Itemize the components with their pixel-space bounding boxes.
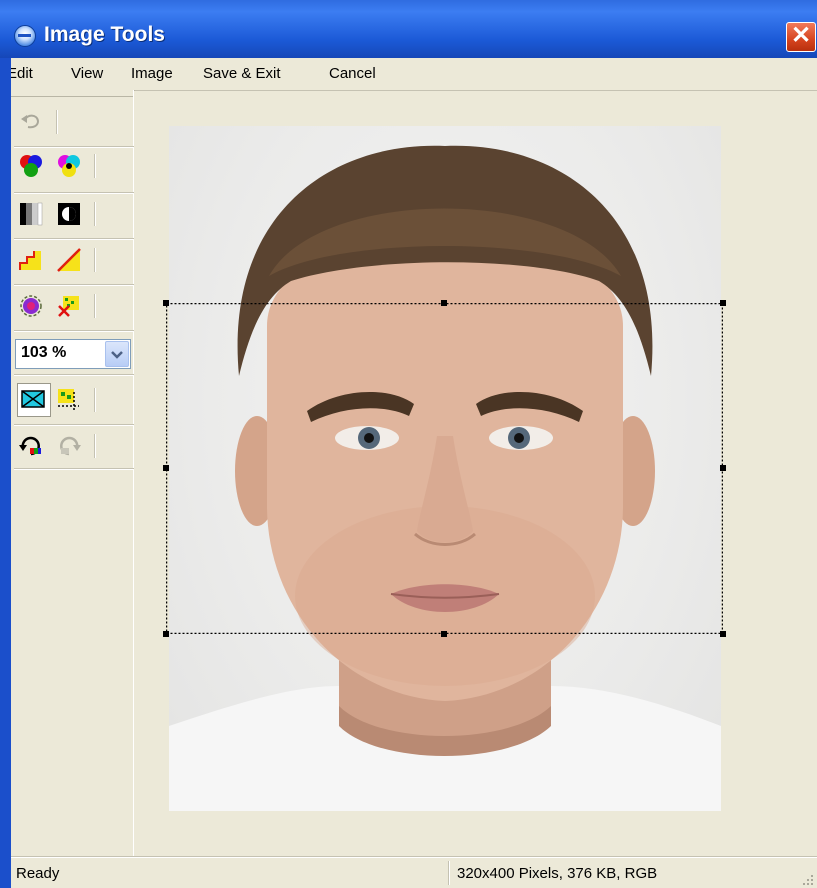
- toolbar-separator: [94, 248, 96, 272]
- selection-handle[interactable]: [720, 300, 726, 306]
- rotate-left-icon: [19, 436, 41, 456]
- close-icon: ✕: [790, 22, 812, 49]
- selection-handle[interactable]: [720, 631, 726, 637]
- color-adjust-button[interactable]: [55, 152, 83, 180]
- toolbar-divider: [14, 468, 138, 470]
- undo-icon: [21, 114, 40, 129]
- selection-handle[interactable]: [441, 300, 447, 306]
- grayscale-icon: [20, 202, 43, 226]
- color-balance-button[interactable]: [17, 152, 45, 180]
- selection-handle[interactable]: [441, 631, 447, 637]
- selection-handle[interactable]: [720, 465, 726, 471]
- selection-handle[interactable]: [163, 465, 169, 471]
- contrast-icon: [57, 248, 81, 272]
- rotate-right-button[interactable]: [55, 432, 83, 460]
- menu-view[interactable]: View: [71, 65, 103, 82]
- status-divider: [448, 861, 450, 885]
- selection-marquee: [166, 303, 723, 634]
- status-text: Ready: [16, 865, 60, 882]
- app-globe-icon: [14, 25, 36, 47]
- crop-apply-icon: [58, 389, 79, 411]
- rotate-left-button[interactable]: [17, 432, 45, 460]
- remove-noise-icon: [58, 296, 79, 317]
- invert-button[interactable]: [55, 200, 83, 228]
- crop-selection[interactable]: [163, 300, 726, 637]
- toolbar-divider: [14, 192, 138, 194]
- undo-button[interactable]: [17, 108, 45, 136]
- selection-handle[interactable]: [163, 631, 169, 637]
- zoom-value: 103 %: [21, 344, 67, 361]
- brightness-icon: [19, 251, 41, 270]
- toolbar-separator: [94, 294, 96, 318]
- toolbar-divider: [14, 330, 138, 332]
- resize-grip-icon[interactable]: [802, 874, 814, 886]
- menu-image[interactable]: Image: [131, 65, 173, 82]
- toolbar-divider: [14, 146, 138, 148]
- zoom-dropdown-button[interactable]: [105, 341, 129, 367]
- contrast-button[interactable]: [55, 246, 83, 274]
- image-tools-window: Image Tools ✕ Edit View Image Save & Exi…: [0, 0, 817, 888]
- select-crop-button[interactable]: [17, 383, 51, 417]
- window-title: Image Tools: [44, 23, 165, 46]
- tool-sidebar: 103 %: [11, 90, 138, 856]
- window-left-border: [0, 58, 11, 888]
- menu-save-exit[interactable]: Save & Exit: [203, 65, 281, 82]
- select-crop-icon: [21, 390, 45, 408]
- toolbar-divider: [14, 238, 138, 240]
- menu-bar: Edit View Image Save & Exit Cancel: [0, 58, 817, 91]
- menu-cancel[interactable]: Cancel: [329, 65, 376, 82]
- toolbar-divider: [14, 284, 138, 286]
- close-button[interactable]: ✕: [786, 22, 816, 52]
- brightness-button[interactable]: [17, 246, 45, 274]
- image-info: 320x400 Pixels, 376 KB, RGB: [457, 865, 658, 882]
- rgb-color-balance-icon: [20, 155, 42, 177]
- toolbar-separator: [94, 434, 96, 458]
- rotate-right-icon: [60, 436, 81, 456]
- toolbar-divider: [14, 374, 138, 376]
- zoom-select[interactable]: 103 %: [15, 339, 131, 369]
- grayscale-button[interactable]: [17, 200, 45, 228]
- invert-icon: [58, 203, 80, 225]
- toolbar-separator: [94, 154, 96, 178]
- status-bar: Ready 320x400 Pixels, 376 KB, RGB: [11, 857, 817, 888]
- red-eye-icon: [20, 295, 42, 317]
- cmy-color-adjust-icon: [58, 155, 80, 177]
- toolbar-divider: [14, 424, 138, 426]
- sidebar-top-strip: [11, 90, 133, 97]
- remove-noise-button[interactable]: [55, 292, 83, 320]
- selection-handle[interactable]: [163, 300, 169, 306]
- red-eye-button[interactable]: [17, 292, 45, 320]
- chevron-down-icon: [111, 351, 123, 359]
- toolbar-separator: [94, 202, 96, 226]
- crop-apply-button[interactable]: [55, 386, 83, 414]
- toolbar-separator: [56, 110, 58, 134]
- toolbar-separator: [94, 388, 96, 412]
- title-bar[interactable]: Image Tools ✕: [0, 0, 817, 58]
